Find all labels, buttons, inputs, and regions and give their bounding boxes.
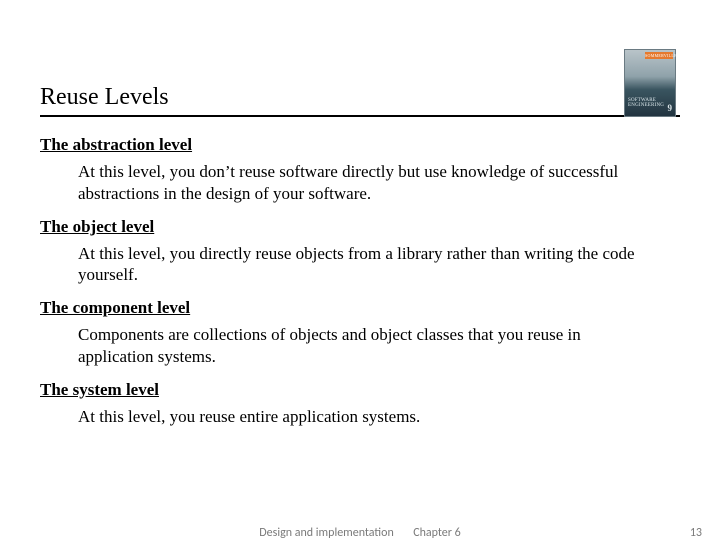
slide-title: Reuse Levels [40, 84, 680, 111]
book-cover-image: SOMMERVILLE SOFTWARE ENGINEERING 9 [624, 49, 676, 117]
section-abstraction: The abstraction level At this level, you… [40, 135, 680, 205]
section-body: Components are collections of objects an… [78, 324, 643, 368]
section-heading: The object level [40, 217, 680, 237]
section-object: The object level At this level, you dire… [40, 217, 680, 287]
section-system: The system level At this level, you reus… [40, 380, 680, 428]
footer-center: Design and implementation Chapter 6 [259, 526, 460, 540]
title-row: Reuse Levels SOMMERVILLE SOFTWARE ENGINE… [40, 84, 680, 117]
section-heading: The component level [40, 298, 680, 318]
footer-chapter: Chapter 6 [413, 526, 461, 540]
section-body: At this level, you don’t reuse software … [78, 161, 643, 205]
section-heading: The abstraction level [40, 135, 680, 155]
slide: Reuse Levels SOMMERVILLE SOFTWARE ENGINE… [0, 0, 720, 540]
section-component: The component level Components are colle… [40, 298, 680, 368]
footer-page-number: 13 [690, 526, 702, 540]
footer-topic: Design and implementation [259, 526, 393, 540]
book-edition-number: 9 [668, 103, 673, 113]
section-body: At this level, you directly reuse object… [78, 243, 643, 287]
section-heading: The system level [40, 380, 680, 400]
section-body: At this level, you reuse entire applicat… [78, 406, 643, 428]
book-author-tab: SOMMERVILLE [645, 52, 673, 59]
